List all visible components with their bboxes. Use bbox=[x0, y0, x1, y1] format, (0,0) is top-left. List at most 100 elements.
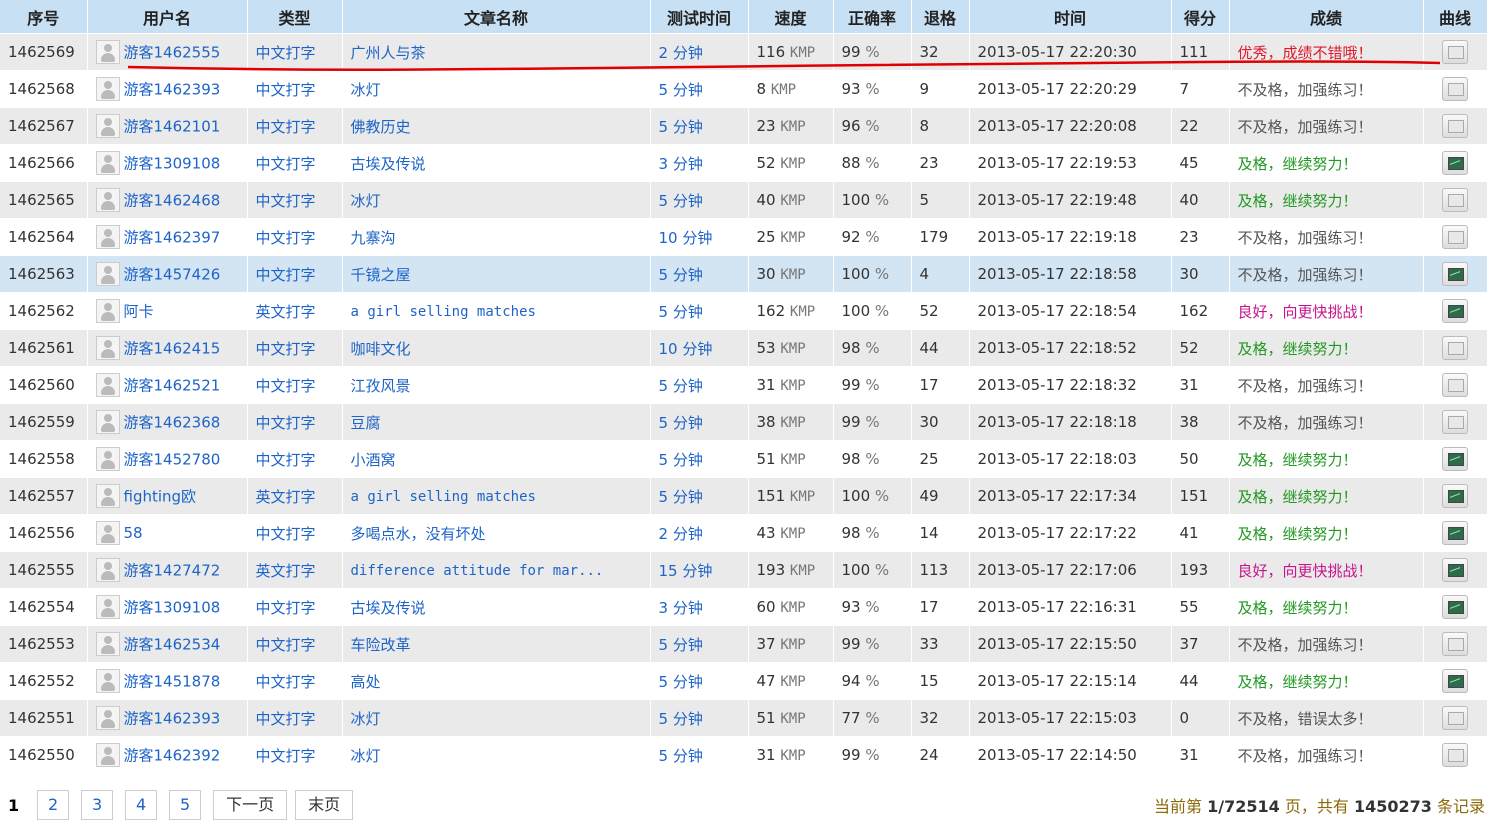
chart-icon[interactable] bbox=[1442, 484, 1468, 508]
user-link[interactable]: 游客1462392 bbox=[124, 747, 221, 765]
type-link[interactable]: 英文打字 bbox=[256, 303, 316, 321]
type-link[interactable]: 英文打字 bbox=[256, 488, 316, 506]
duration-link[interactable]: 5 分钟 bbox=[659, 81, 703, 99]
article-link[interactable]: 多喝点水，没有坏处 bbox=[351, 525, 486, 543]
type-link[interactable]: 中文打字 bbox=[256, 747, 316, 765]
avatar-icon[interactable] bbox=[95, 669, 120, 693]
article-link[interactable]: a girl selling matches bbox=[351, 304, 536, 320]
article-link[interactable]: 车险改革 bbox=[351, 636, 411, 654]
duration-link[interactable]: 3 分钟 bbox=[659, 155, 703, 173]
type-link[interactable]: 中文打字 bbox=[256, 229, 316, 247]
avatar-icon[interactable] bbox=[95, 299, 120, 323]
avatar-icon[interactable] bbox=[95, 262, 120, 286]
chart-icon[interactable] bbox=[1442, 336, 1468, 360]
chart-icon[interactable] bbox=[1442, 632, 1468, 656]
user-link[interactable]: 游客1462393 bbox=[124, 81, 221, 99]
duration-link[interactable]: 2 分钟 bbox=[659, 44, 703, 62]
article-link[interactable]: 冰灯 bbox=[351, 192, 381, 210]
duration-link[interactable]: 5 分钟 bbox=[659, 118, 703, 136]
type-link[interactable]: 中文打字 bbox=[256, 636, 316, 654]
article-link[interactable]: 广州人与茶 bbox=[351, 44, 426, 62]
avatar-icon[interactable] bbox=[95, 632, 120, 656]
duration-link[interactable]: 2 分钟 bbox=[659, 525, 703, 543]
type-link[interactable]: 中文打字 bbox=[256, 44, 316, 62]
user-link[interactable]: 游客1451878 bbox=[124, 673, 221, 691]
avatar-icon[interactable] bbox=[95, 743, 120, 767]
article-link[interactable]: 古埃及传说 bbox=[351, 599, 426, 617]
user-link[interactable]: 阿卡 bbox=[124, 303, 154, 321]
user-link[interactable]: 游客1462393 bbox=[124, 710, 221, 728]
avatar-icon[interactable] bbox=[95, 373, 120, 397]
chart-icon[interactable] bbox=[1442, 77, 1468, 101]
avatar-icon[interactable] bbox=[95, 77, 120, 101]
last-page-button[interactable]: 末页 bbox=[295, 790, 354, 820]
chart-icon[interactable] bbox=[1442, 521, 1468, 545]
article-link[interactable]: 江孜风景 bbox=[351, 377, 411, 395]
type-link[interactable]: 中文打字 bbox=[256, 118, 316, 136]
user-link[interactable]: 游客1462397 bbox=[124, 229, 221, 247]
user-link[interactable]: 游客1452780 bbox=[124, 451, 221, 469]
duration-link[interactable]: 5 分钟 bbox=[659, 414, 703, 432]
avatar-icon[interactable] bbox=[95, 40, 120, 64]
page-link-5[interactable]: 5 bbox=[169, 790, 202, 820]
duration-link[interactable]: 15 分钟 bbox=[659, 562, 713, 580]
page-link-4[interactable]: 4 bbox=[125, 790, 158, 820]
user-link[interactable]: 游客1309108 bbox=[124, 155, 221, 173]
chart-icon[interactable] bbox=[1442, 669, 1468, 693]
user-link[interactable]: fighting欧 bbox=[124, 488, 197, 506]
avatar-icon[interactable] bbox=[95, 188, 120, 212]
avatar-icon[interactable] bbox=[95, 447, 120, 471]
chart-icon[interactable] bbox=[1442, 225, 1468, 249]
avatar-icon[interactable] bbox=[95, 225, 120, 249]
article-link[interactable]: a girl selling matches bbox=[351, 489, 536, 505]
page-link-2[interactable]: 2 bbox=[37, 790, 70, 820]
article-link[interactable]: 冰灯 bbox=[351, 747, 381, 765]
chart-icon[interactable] bbox=[1442, 151, 1468, 175]
user-link[interactable]: 游客1462555 bbox=[124, 44, 221, 62]
article-link[interactable]: 佛教历史 bbox=[351, 118, 411, 136]
duration-link[interactable]: 5 分钟 bbox=[659, 673, 703, 691]
type-link[interactable]: 中文打字 bbox=[256, 414, 316, 432]
chart-icon[interactable] bbox=[1442, 558, 1468, 582]
duration-link[interactable]: 5 分钟 bbox=[659, 747, 703, 765]
type-link[interactable]: 中文打字 bbox=[256, 192, 316, 210]
chart-icon[interactable] bbox=[1442, 706, 1468, 730]
user-link[interactable]: 58 bbox=[124, 524, 143, 542]
avatar-icon[interactable] bbox=[95, 521, 120, 545]
user-link[interactable]: 游客1462534 bbox=[124, 636, 221, 654]
type-link[interactable]: 中文打字 bbox=[256, 451, 316, 469]
chart-icon[interactable] bbox=[1442, 114, 1468, 138]
chart-icon[interactable] bbox=[1442, 595, 1468, 619]
page-link-3[interactable]: 3 bbox=[81, 790, 114, 820]
chart-icon[interactable] bbox=[1442, 447, 1468, 471]
type-link[interactable]: 中文打字 bbox=[256, 155, 316, 173]
user-link[interactable]: 游客1457426 bbox=[124, 266, 221, 284]
user-link[interactable]: 游客1462468 bbox=[124, 192, 221, 210]
duration-link[interactable]: 5 分钟 bbox=[659, 377, 703, 395]
avatar-icon[interactable] bbox=[95, 484, 120, 508]
article-link[interactable]: 小酒窝 bbox=[351, 451, 396, 469]
chart-icon[interactable] bbox=[1442, 299, 1468, 323]
user-link[interactable]: 游客1462101 bbox=[124, 118, 221, 136]
chart-icon[interactable] bbox=[1442, 410, 1468, 434]
user-link[interactable]: 游客1309108 bbox=[124, 599, 221, 617]
avatar-icon[interactable] bbox=[95, 558, 120, 582]
duration-link[interactable]: 5 分钟 bbox=[659, 710, 703, 728]
duration-link[interactable]: 5 分钟 bbox=[659, 266, 703, 284]
type-link[interactable]: 中文打字 bbox=[256, 377, 316, 395]
duration-link[interactable]: 5 分钟 bbox=[659, 636, 703, 654]
type-link[interactable]: 中文打字 bbox=[256, 266, 316, 284]
chart-icon[interactable] bbox=[1442, 262, 1468, 286]
user-link[interactable]: 游客1462368 bbox=[124, 414, 221, 432]
type-link[interactable]: 中文打字 bbox=[256, 525, 316, 543]
user-link[interactable]: 游客1462415 bbox=[124, 340, 221, 358]
type-link[interactable]: 中文打字 bbox=[256, 340, 316, 358]
avatar-icon[interactable] bbox=[95, 595, 120, 619]
article-link[interactable]: 冰灯 bbox=[351, 710, 381, 728]
avatar-icon[interactable] bbox=[95, 114, 120, 138]
duration-link[interactable]: 5 分钟 bbox=[659, 488, 703, 506]
type-link[interactable]: 中文打字 bbox=[256, 599, 316, 617]
chart-icon[interactable] bbox=[1442, 188, 1468, 212]
type-link[interactable]: 中文打字 bbox=[256, 673, 316, 691]
duration-link[interactable]: 5 分钟 bbox=[659, 451, 703, 469]
